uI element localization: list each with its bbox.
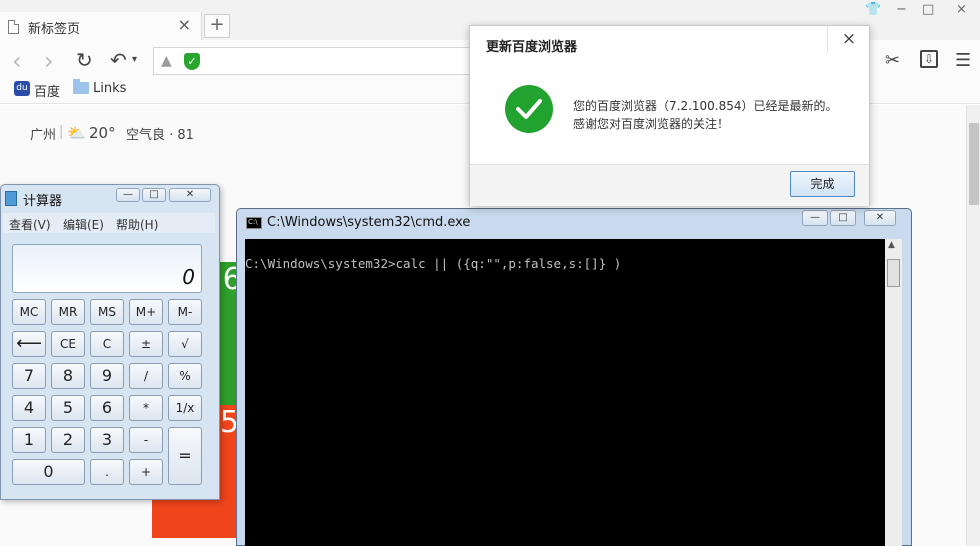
forward-icon[interactable]: ›	[44, 47, 54, 75]
key-7[interactable]: 7	[12, 363, 46, 389]
console-line: C:\Windows\system32>calc || ({q:"",p:fal…	[245, 256, 622, 271]
key-ce[interactable]: CE	[51, 331, 85, 357]
menu-help[interactable]: 帮助(H)	[116, 216, 158, 233]
success-check-icon	[505, 85, 553, 133]
close-window-icon[interactable]: ×	[956, 2, 967, 17]
download-icon[interactable]: ⇩	[920, 50, 938, 68]
calculator-title: 计算器	[23, 194, 63, 209]
menu-icon[interactable]: ☰	[955, 50, 971, 71]
key-3[interactable]: 3	[90, 427, 124, 453]
calc-maximize-button[interactable]: □	[142, 188, 166, 202]
key-ms[interactable]: MS	[90, 299, 124, 325]
key-9[interactable]: 9	[90, 363, 124, 389]
air-quality: 空气良 · 81	[126, 128, 194, 143]
paw-icon: du	[14, 81, 30, 96]
weather-city[interactable]: 广州	[30, 124, 56, 143]
reload-icon[interactable]: ↻	[76, 48, 93, 72]
scissors-icon[interactable]: ✂	[885, 50, 900, 71]
cmd-minimize-button[interactable]: —	[802, 210, 828, 226]
back-icon[interactable]: ‹	[12, 47, 22, 75]
key-m-plus[interactable]: M+	[129, 299, 163, 325]
menu-view[interactable]: 查看(V)	[9, 216, 51, 233]
key-plus-minus[interactable]: ±	[129, 331, 163, 357]
menu-edit[interactable]: 编辑(E)	[63, 216, 104, 233]
security-shield-icon[interactable]: ✓	[184, 53, 200, 70]
calculator-titlebar[interactable]: 计算器 — □ ✕	[1, 185, 219, 211]
maximize-icon[interactable]: □	[922, 2, 934, 17]
key-decimal[interactable]: .	[90, 459, 124, 485]
calculator-menubar: 查看(V) 编辑(E) 帮助(H)	[3, 213, 215, 233]
key-m-minus[interactable]: M-	[168, 299, 202, 325]
page-scrollbar[interactable]	[966, 105, 980, 546]
tab-title: 新标签页	[28, 22, 81, 37]
key-0[interactable]: 0	[12, 459, 85, 485]
page-icon	[8, 20, 19, 34]
cmd-scrollbar[interactable]: ▲	[885, 239, 902, 546]
dialog-message-line2: 感谢您对百度浏览器的关注！	[573, 117, 730, 131]
bookmark-baidu[interactable]: 百度	[34, 81, 60, 100]
dialog-close-icon[interactable]: ×	[827, 26, 870, 52]
console-icon: C:\	[246, 217, 262, 229]
dialog-message-line1: 您的百度浏览器（7.2.100.854）已经是最新的。	[573, 99, 838, 113]
update-dialog: 更新百度浏览器 × 您的百度浏览器（7.2.100.854）已经是最新的。 感谢…	[469, 25, 870, 206]
cmd-close-button[interactable]: ✕	[864, 210, 896, 226]
key-8[interactable]: 8	[51, 363, 85, 389]
key-add[interactable]: +	[129, 459, 163, 485]
folder-icon	[73, 79, 89, 94]
bookmark-links[interactable]: Links	[93, 81, 126, 96]
key-multiply[interactable]: *	[129, 395, 163, 421]
cmd-maximize-button[interactable]: □	[830, 210, 856, 226]
calc-minimize-button[interactable]: —	[116, 188, 140, 202]
skin-icon[interactable]: 👕	[865, 2, 881, 17]
display-value: 0	[182, 265, 195, 289]
tab-new-tab[interactable]: 新标签页 ×	[0, 12, 202, 40]
weather-divider: |	[59, 124, 64, 139]
rocket-icon[interactable]: ▲	[161, 53, 172, 69]
undo-icon[interactable]: ↶	[110, 48, 127, 72]
dialog-title: 更新百度浏览器	[486, 40, 578, 55]
key-6[interactable]: 6	[90, 395, 124, 421]
key-equals[interactable]: =	[168, 427, 202, 485]
key-1[interactable]: 1	[12, 427, 46, 453]
scrollbar-thumb[interactable]	[969, 123, 979, 205]
new-tab-button[interactable]: +	[204, 14, 230, 38]
calculator-window: 计算器 — □ ✕ 查看(V) 编辑(E) 帮助(H) 0 MC MR MS M…	[0, 184, 220, 500]
console-area[interactable]: C:\Windows\system32>calc || ({q:"",p:fal…	[245, 239, 885, 546]
key-percent[interactable]: %	[168, 363, 202, 389]
cmd-scroll-thumb[interactable]	[887, 259, 900, 287]
address-bar[interactable]	[153, 47, 483, 75]
cmd-title: C:\Windows\system32\cmd.exe	[267, 215, 471, 230]
key-4[interactable]: 4	[12, 395, 46, 421]
key-backspace[interactable]: ⟵	[12, 331, 46, 357]
scroll-up-icon[interactable]: ▲	[888, 240, 895, 250]
key-divide[interactable]: /	[129, 363, 163, 389]
calculator-icon	[5, 191, 17, 206]
calc-close-button[interactable]: ✕	[169, 188, 211, 202]
cmd-window: C:\ C:\Windows\system32\cmd.exe — □ ✕ C:…	[236, 208, 912, 546]
key-reciprocal[interactable]: 1/x	[168, 395, 202, 421]
key-sqrt[interactable]: √	[168, 331, 202, 357]
key-subtract[interactable]: -	[129, 427, 163, 453]
undo-menu-icon[interactable]: ▾	[132, 54, 137, 65]
tab-close-icon[interactable]: ×	[178, 15, 191, 34]
key-2[interactable]: 2	[51, 427, 85, 453]
key-mc[interactable]: MC	[12, 299, 46, 325]
minimize-icon[interactable]: −	[896, 2, 907, 17]
weather-temperature: 20°	[89, 124, 116, 142]
key-mr[interactable]: MR	[51, 299, 85, 325]
key-5[interactable]: 5	[51, 395, 85, 421]
calculator-display: 0	[12, 244, 202, 293]
done-button[interactable]: 完成	[790, 171, 855, 197]
key-c[interactable]: C	[90, 331, 124, 357]
partly-cloudy-icon: ⛅	[67, 124, 86, 142]
